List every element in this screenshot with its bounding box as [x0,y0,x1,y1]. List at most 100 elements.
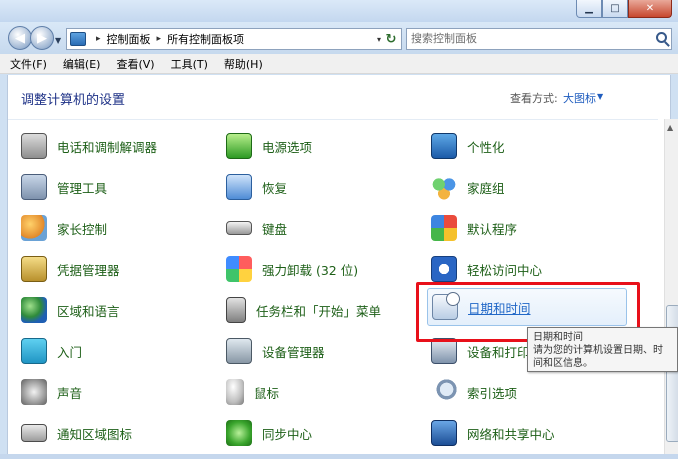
breadcrumb-all-items[interactable]: 所有控制面板项 [167,31,244,47]
window-bottom-border [0,454,678,459]
keyboard-icon [226,221,252,235]
item-recovery[interactable]: 恢复 [226,170,287,204]
item-label: 同步中心 [262,426,313,442]
address-bar[interactable]: ▸ 控制面板 ▸ 所有控制面板项 ▾ ↻ [66,28,402,50]
item-device-manager[interactable]: 设备管理器 [226,334,325,368]
caption-buttons: ▁ □ ✕ [576,0,672,18]
item-label: 声音 [57,385,83,401]
item-label: 网络和共享中心 [467,426,555,442]
search-input[interactable]: 搜索控制面板 [406,28,672,50]
search-icon[interactable] [656,32,667,43]
tooltip-title: 日期和时间 [533,332,583,343]
item-label: 电话和调制解调器 [57,139,158,155]
item-label: 区域和语言 [57,303,120,319]
parental-controls-icon [21,215,47,241]
forward-button[interactable]: ▶ [30,26,54,50]
breadcrumb-separator[interactable]: ▸ [157,34,162,44]
item-label: 默认程序 [467,221,518,237]
item-label: 键盘 [262,221,288,237]
item-label: 电源选项 [262,139,313,155]
item-default-programs[interactable]: 默认程序 [431,211,517,245]
breadcrumb-control-panel[interactable]: 控制面板 [107,31,151,47]
item-taskbar-start-menu[interactable]: 任务栏和「开始」菜单 [226,293,381,327]
navigation-bar: ◀ ▶ ▼ ▸ 控制面板 ▸ 所有控制面板项 ▾ ↻ 搜索控制面板 [0,22,678,54]
view-by-dropdown[interactable]: 大图标 [563,90,596,106]
minimize-button[interactable]: ▁ [576,0,602,18]
menu-bar: 文件(F) 编辑(E) 查看(V) 工具(T) 帮助(H) [0,54,678,74]
back-button[interactable]: ◀ [8,26,32,50]
item-indexing-options[interactable]: 索引选项 [431,375,517,409]
sync-center-icon [226,420,252,446]
item-label: 鼠标 [254,385,280,401]
notification-area-icon [21,424,47,442]
menu-help[interactable]: 帮助(H) [222,55,265,73]
recent-pages-dropdown[interactable]: ▼ [55,36,61,45]
credential-manager-icon [21,256,47,282]
item-ease-of-access[interactable]: 轻松访问中心 [431,252,542,286]
title-bar: ▁ □ ✕ [0,0,678,22]
homegroup-icon [431,174,457,200]
menu-view[interactable]: 查看(V) [114,55,156,73]
recovery-icon [226,174,252,200]
item-admin-tools[interactable]: 管理工具 [21,170,107,204]
item-notification-area[interactable]: 通知区域图标 [21,416,132,450]
control-panel-content: 调整计算机的设置 查看方式: 大图标 ▼ 电话和调制解调器 管理工具 家长控制 … [7,75,678,454]
item-label: 恢复 [262,180,288,196]
control-panel-icon [70,32,86,46]
item-sync-center[interactable]: 同步中心 [226,416,312,450]
network-sharing-icon [431,420,457,446]
item-label: 管理工具 [57,180,108,196]
item-label: 家庭组 [467,180,505,196]
item-homegroup[interactable]: 家庭组 [431,170,505,204]
menu-file[interactable]: 文件(F) [8,55,49,73]
page-title: 调整计算机的设置 [21,93,126,108]
refresh-icon[interactable]: ↻ [383,31,399,47]
menu-tools[interactable]: 工具(T) [169,55,210,73]
personalization-icon [431,133,457,159]
search-placeholder: 搜索控制面板 [411,32,477,45]
item-label: 设备管理器 [262,344,325,360]
breadcrumb-separator[interactable]: ▸ [96,34,101,44]
address-dropdown-icon[interactable]: ▾ [377,35,381,44]
item-label: 索引选项 [467,385,518,401]
region-language-icon [21,297,47,323]
taskbar-start-menu-icon [226,297,246,323]
item-getting-started[interactable]: 入门 [21,334,82,368]
item-label: 强力卸载 (32 位) [262,262,359,278]
item-keyboard[interactable]: 键盘 [226,211,287,245]
item-sound[interactable]: 声音 [21,375,82,409]
item-phone-modem[interactable]: 电话和调制解调器 [21,129,157,163]
item-region-language[interactable]: 区域和语言 [21,293,120,327]
power-options-icon [226,133,252,159]
menu-edit[interactable]: 编辑(E) [61,55,103,73]
view-by-label: 查看方式: [510,92,558,105]
maximize-button[interactable]: □ [602,0,628,18]
item-label: 凭据管理器 [57,262,120,278]
item-personalization[interactable]: 个性化 [431,129,505,163]
item-label: 入门 [57,344,83,360]
mouse-icon [226,379,244,405]
phone-modem-icon [21,133,47,159]
item-label: 家长控制 [57,221,108,237]
item-credential-manager[interactable]: 凭据管理器 [21,252,120,286]
item-label: 设备和打印 [467,344,530,360]
ease-of-access-icon [431,256,457,282]
close-button[interactable]: ✕ [628,0,672,18]
item-label: 轻松访问中心 [467,262,543,278]
item-label: 任务栏和「开始」菜单 [256,303,382,319]
item-label: 个性化 [467,139,505,155]
item-parental-controls[interactable]: 家长控制 [21,211,107,245]
scroll-up-icon[interactable]: ▲ [667,123,673,132]
sound-icon [21,379,47,405]
item-power-options[interactable]: 电源选项 [226,129,312,163]
item-uninstaller[interactable]: 强力卸载 (32 位) [226,252,358,286]
item-mouse[interactable]: 鼠标 [226,375,279,409]
indexing-options-icon [431,379,457,405]
item-network-sharing[interactable]: 网络和共享中心 [431,416,555,450]
tooltip: 日期和时间 请为您的计算机设置日期、时间和区信息。 [527,327,678,372]
uninstaller-icon [226,256,252,282]
chevron-down-icon[interactable]: ▼ [597,92,603,101]
tooltip-body: 请为您的计算机设置日期、时间和区信息。 [533,345,663,369]
scroll-thumb[interactable]: ≡ [666,305,678,442]
vertical-scrollbar[interactable]: ▲ ≡ [664,119,678,454]
